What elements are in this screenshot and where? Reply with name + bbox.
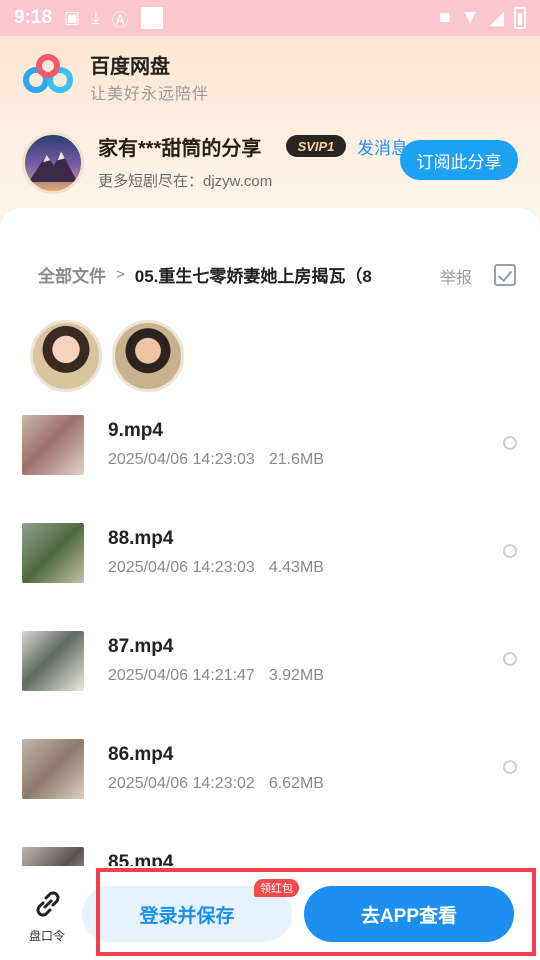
sharer-avatar [22,132,84,194]
download-icon: ⤓ [92,8,100,27]
font-icon: Ⓐ [111,10,129,30]
status-indicators: ■ ▼ ◢ [439,7,526,30]
file-name: 9.mp4 [108,420,163,441]
select-radio[interactable] [503,544,517,558]
file-size: 6.62MB [268,775,324,792]
breadcrumb-root[interactable]: 全部文件 [38,262,106,287]
red-packet-badge: 领红包 [254,879,299,897]
breadcrumb: 全部文件 > 05.重生七零娇妻她上房揭瓦（8 [38,262,372,287]
breadcrumb-separator: > [116,266,125,283]
video-thumbnail [22,523,84,583]
video-thumbnail [22,739,84,799]
file-date: 2025/04/06 14:21:47 [108,667,255,684]
mountain-icon [28,151,78,182]
file-name: 86.mp4 [108,744,174,765]
select-radio[interactable] [503,760,517,774]
breadcrumb-current: 05.重生七零娇妻她上房揭瓦（8 [134,267,372,286]
file-date: 2025/04/06 14:23:02 [108,775,255,792]
file-meta: 2025/04/06 14:23:02 6.62MB [108,775,324,793]
subscribe-button[interactable]: 订阅此分享 [400,140,518,180]
multi-select-checkbox-icon[interactable] [494,264,516,286]
file-meta: 2025/04/06 14:21:47 3.92MB [108,667,324,685]
avatar [30,320,102,392]
baidu-netdisk-logo-icon [23,54,73,93]
file-date: 2025/04/06 14:23:03 [108,559,255,576]
list-item[interactable]: 86.mp4 2025/04/06 14:23:02 6.62MB [0,724,540,824]
file-meta: 2025/04/06 14:23:03 4.43MB [108,559,324,577]
file-date: 2025/04/06 14:23:03 [108,451,255,468]
file-meta: 2025/04/06 14:23:03 21.6MB [108,451,324,469]
open-in-app-button[interactable]: 去APP查看 [304,886,514,942]
battery-icon [514,7,526,29]
list-item[interactable]: 87.mp4 2025/04/06 14:21:47 3.92MB [0,616,540,716]
status-bar: 9:18 ▣ ⤓ Ⓐ ■ ▼ ◢ [0,0,540,36]
wifi-icon: ▼ [460,7,480,28]
list-item[interactable]: 88.mp4 2025/04/06 14:23:03 4.43MB [0,508,540,608]
app-slogan: 让美好永远陪伴 [90,86,210,103]
notification-icon [140,7,163,29]
avatar [112,320,184,392]
status-time: 9:18 [14,7,53,28]
video-thumbnail [22,415,84,475]
select-radio[interactable] [503,652,517,666]
list-item[interactable]: 9.mp4 2025/04/06 14:23:03 21.6MB [0,400,540,500]
briefcase-icon: ■ [439,7,451,28]
share-code-label[interactable]: 盘口令 [29,927,65,944]
video-thumbnail [22,631,84,691]
file-name: 87.mp4 [108,636,174,657]
file-size: 21.6MB [268,451,324,468]
participant-avatars [30,320,184,392]
image-icon: ▣ [64,8,81,27]
link-icon[interactable] [32,888,64,920]
svip-badge: SVIP1 [286,135,346,157]
report-link[interactable]: 举报 [440,264,472,288]
file-name: 88.mp4 [108,528,174,549]
file-size: 3.92MB [268,667,324,684]
share-card: 家有***甜筒的分享 SVIP1 发消息 更多短剧尽在：djzyw.com 订阅… [0,118,540,208]
file-size: 4.43MB [268,559,324,576]
share-title: 家有***甜筒的分享 [98,138,262,160]
signal-icon: ◢ [489,7,504,29]
share-subtitle: 更多短剧尽在：djzyw.com [98,173,273,190]
select-radio[interactable] [503,436,517,450]
app-name: 百度网盘 [90,56,170,78]
